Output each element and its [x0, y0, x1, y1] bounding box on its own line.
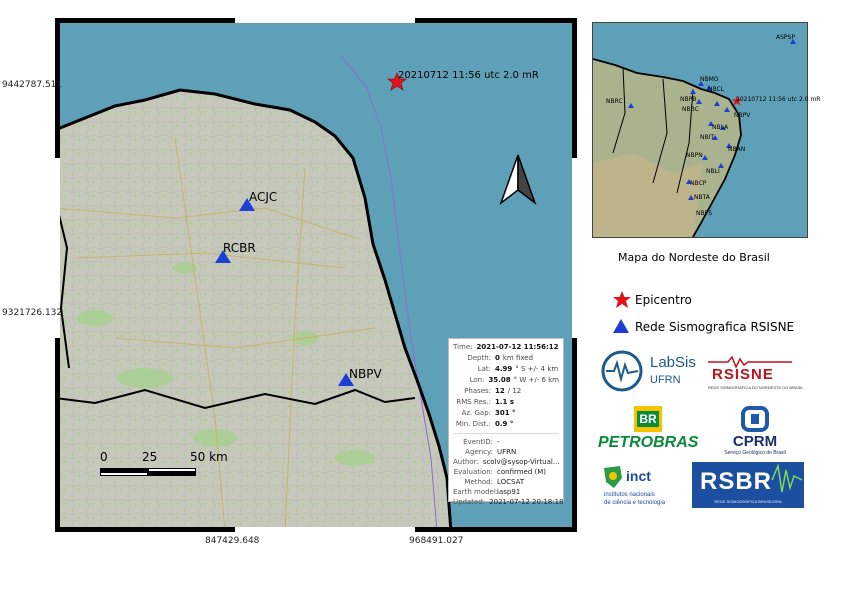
scale-label-50: 50 km: [190, 450, 228, 464]
meta-label: Method:: [464, 478, 493, 486]
station-label-rcbr: RCBR: [223, 241, 256, 255]
inset-station-label: NBPS: [696, 210, 713, 217]
scale-bar: [100, 468, 196, 478]
legend-epicenter-label: Epicentro: [635, 293, 692, 307]
inset-epicenter-label: 20210712 11:56 utc 2.0 mR: [736, 96, 821, 103]
info-value: 4.99: [495, 365, 513, 373]
meta-label: EventID:: [463, 438, 493, 446]
meta-value: confirmed (M): [497, 468, 547, 476]
info-unit: km fixed: [502, 354, 534, 362]
inset-station-label: ASPSP: [776, 34, 795, 41]
inset-station-label: NBIT: [700, 134, 715, 141]
meta-label: Author:: [453, 458, 479, 466]
inset-map: [592, 22, 808, 238]
info-label: Time:: [453, 343, 473, 351]
legend-station-label: Rede Sismografica RSISNE: [635, 320, 795, 334]
info-unit: [513, 419, 516, 430]
inset-station-label: NBPN: [686, 152, 703, 159]
info-value: 301 °: [495, 409, 516, 417]
inset-station-label: NBPV: [734, 112, 751, 119]
info-label: Min. Dist.:: [455, 420, 491, 428]
info-unit: ° S +/- 4 km: [515, 365, 559, 373]
meta-label: Evaluation:: [453, 468, 493, 476]
inct-name: inct: [626, 468, 651, 484]
inset-map-canvas: [592, 23, 807, 238]
inset-station-label: NBMO: [700, 76, 719, 83]
petrobras-mark: BR: [634, 406, 662, 432]
info-value: 35.08: [488, 376, 511, 384]
meta-value: LOCSAT: [497, 478, 525, 486]
info-label: Phases:: [464, 387, 491, 395]
info-value: 2021-07-12 11:56:12: [476, 343, 559, 351]
info-value: 12: [495, 387, 505, 395]
inset-station-label: NBCL: [708, 86, 725, 93]
rsbr-name: RSBR: [700, 468, 773, 495]
inset-station-label: NBCP: [690, 180, 707, 187]
meta-label: Updated:: [453, 498, 486, 506]
station-label-acjc: ACJC: [249, 190, 278, 204]
info-divider: [453, 433, 559, 434]
legend-epicenter-icon: [612, 290, 632, 315]
meta-value: UFRN: [497, 448, 517, 456]
meta-value: -: [497, 438, 500, 446]
info-label: Lon:: [469, 376, 485, 384]
rsbr-sub: REDE SISMOGRÁFICA BRASILEIRA: [714, 499, 782, 504]
station-label-nbpv: NBPV: [349, 367, 382, 381]
y-coord-bottom: 9321726.132: [2, 308, 63, 318]
inset-station-label: NBBC: [682, 106, 699, 113]
info-unit: [516, 408, 519, 419]
inct-sub1: institutos nacionais: [604, 492, 655, 498]
y-coord-top: 9442787.511: [2, 80, 63, 90]
cprm-name: CPRM: [732, 433, 778, 450]
meta-value: scolv@sysop-Virtual...: [482, 458, 560, 466]
info-unit: ° W +/- 6 km: [513, 376, 559, 384]
inset-station-label: NBAN: [728, 146, 746, 153]
info-unit: [559, 342, 562, 353]
petrobras-name: PETROBRAS: [598, 434, 699, 451]
event-info-panel: Time: 2021-07-12 11:56:12 Depth: 0 km fixed…: [448, 338, 564, 506]
info-label: Az. Gap:: [461, 409, 491, 417]
labsis-name: LabSis: [650, 354, 696, 371]
inset-caption: Mapa do Nordeste do Brasil: [618, 251, 770, 264]
inct-logo: inct institutos nacionais de ciência e t…: [600, 462, 680, 510]
inct-sub2: de ciência e tecnologia: [604, 500, 666, 506]
info-unit: [514, 397, 517, 408]
inset-station-label: NBLI: [706, 168, 720, 175]
info-label: Depth:: [467, 354, 491, 362]
meta-label: Earth model:: [453, 488, 499, 496]
info-value: 0.9 °: [495, 420, 514, 428]
inset-station-label: NBPB: [680, 96, 697, 103]
epicenter-label: 20210712 11:56 utc 2.0 mR: [398, 70, 539, 81]
scale-label-25: 25: [142, 450, 158, 464]
inset-station-label: NBTA: [694, 194, 710, 201]
rsisne-logo: RSISNE REDE SISMOGRÁFICA DO NORDESTE DO …: [708, 356, 804, 394]
inset-station-label: NBLA: [712, 124, 729, 131]
meta-value: iasp91: [497, 488, 521, 496]
petrobras-logo: BR PETROBRAS: [598, 406, 699, 456]
info-label: Lat:: [477, 365, 491, 373]
petrobras-br: BR: [637, 411, 659, 427]
labsis-sub: UFRN: [650, 374, 681, 386]
cprm-logo: CPRM Serviço Geológico do Brasil: [712, 406, 798, 458]
meta-label: Agency:: [465, 448, 493, 456]
rsisne-name: RSISNE: [712, 366, 774, 383]
meta-value: 2021-07-12 20:18:18: [489, 498, 564, 506]
info-value: 1.1 s: [495, 398, 515, 406]
scale-label-0: 0: [100, 450, 108, 464]
inset-station-label: NBRC: [606, 98, 623, 105]
labsis-logo: LabSis UFRN: [598, 346, 696, 396]
info-unit: / 12: [507, 387, 522, 395]
rsisne-sub: REDE SISMOGRÁFICA DO NORDESTE DO BRASIL: [708, 385, 804, 390]
rsbr-logo: RSBR REDE SISMOGRÁFICA BRASILEIRA: [692, 462, 804, 508]
x-coord-left: 847429.648: [205, 536, 260, 546]
cprm-sub: Serviço Geológico do Brasil: [724, 450, 786, 456]
legend-station-icon: [612, 318, 630, 339]
info-label: RMS Res.:: [456, 398, 491, 406]
x-coord-right: 968491.027: [409, 536, 464, 546]
